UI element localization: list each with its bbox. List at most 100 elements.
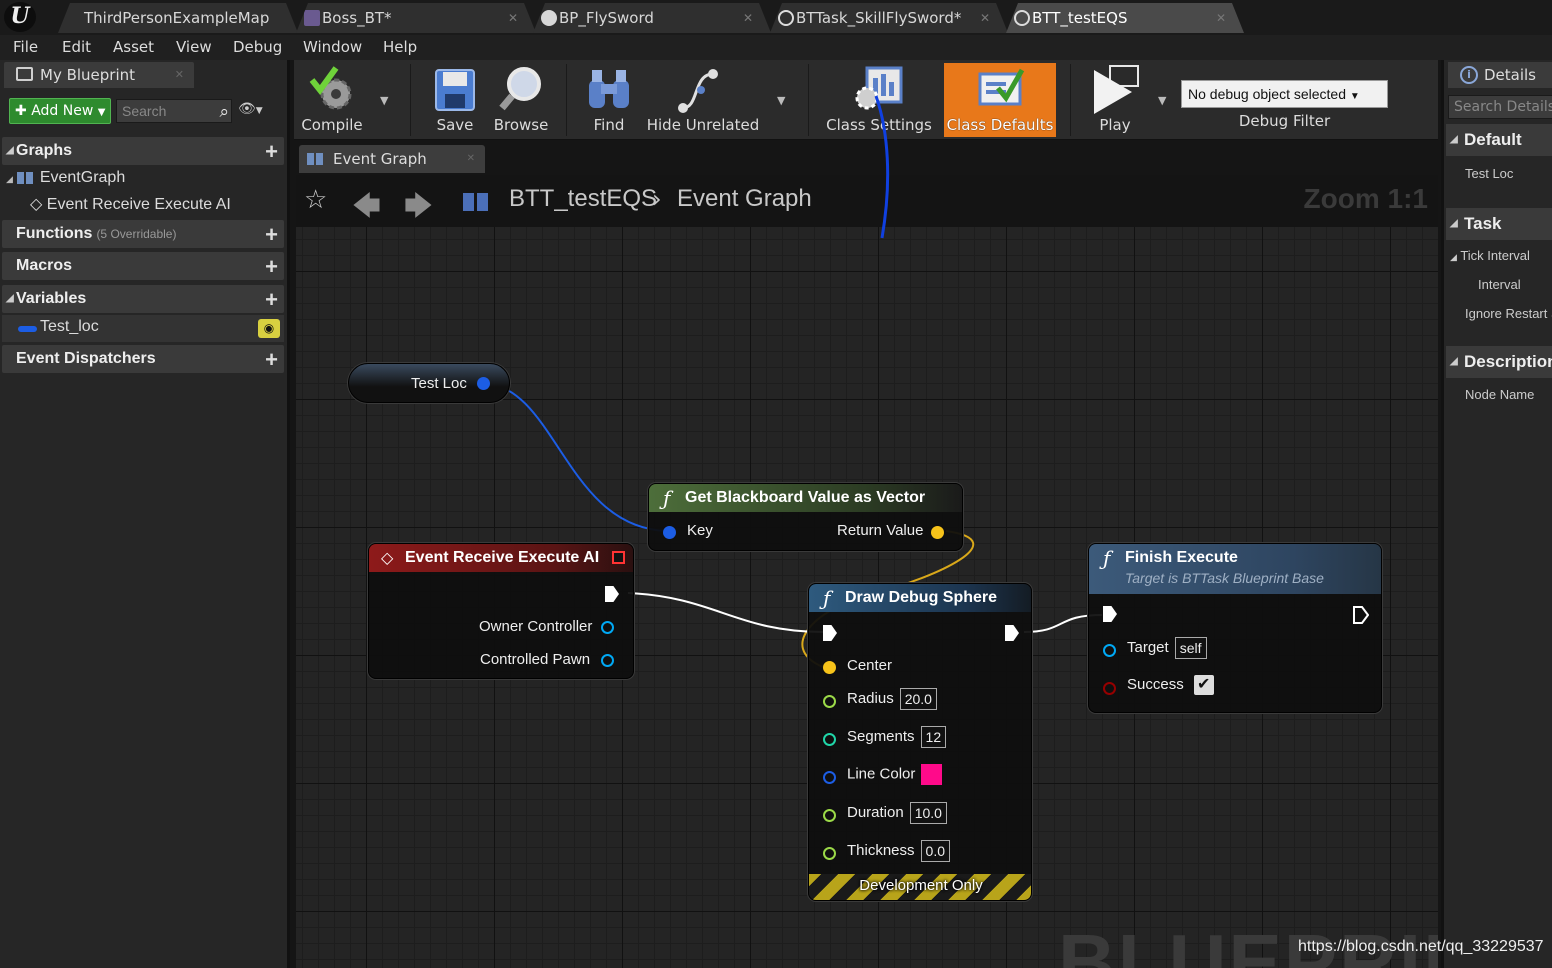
vector-output-pin[interactable] — [477, 377, 490, 390]
play-button[interactable]: Play — [1084, 60, 1146, 140]
tree-item-eventgraph[interactable]: ◢ EventGraph — [6, 169, 125, 187]
success-input-pin[interactable] — [1103, 682, 1116, 695]
tab-boss-bt[interactable]: Boss_BT* ✕ — [296, 3, 536, 33]
graph-canvas[interactable]: BLUEPRINT Test Loc ƒ Get Blackboard Valu… — [296, 227, 1438, 968]
menu-edit[interactable]: Edit — [62, 38, 91, 56]
tab-thirdpersonexamplemap[interactable]: ThirdPersonExampleMap — [58, 3, 298, 33]
menu-file[interactable]: File — [13, 38, 38, 56]
target-input-pin[interactable] — [1103, 644, 1116, 657]
add-new-label: Add New — [31, 103, 94, 119]
wire-exec-event-to-draw[interactable] — [627, 592, 825, 633]
breadcrumb-current[interactable]: Event Graph — [677, 185, 812, 213]
exec-output-pin[interactable] — [605, 586, 619, 602]
tab-bp-flysword[interactable]: BP_FlySword ✕ — [533, 3, 771, 33]
back-arrow-icon[interactable]: 🡄 — [352, 185, 381, 233]
radius-value-input[interactable]: 20.0 — [899, 688, 937, 710]
book-icon — [16, 67, 33, 81]
debug-object-select[interactable]: No debug object selected ▼ — [1181, 80, 1388, 108]
thickness-value-input[interactable]: 0.0 — [920, 840, 950, 862]
compile-button[interactable]: Compile — [296, 60, 368, 140]
tab-btt-testeqs[interactable]: BTT_testEQS ✕ — [1006, 3, 1244, 33]
exec-output-pin[interactable] — [1005, 625, 1019, 641]
event-delegate-icon[interactable] — [612, 551, 625, 564]
unreal-logo[interactable]: U — [4, 2, 36, 32]
close-icon[interactable]: ✕ — [175, 62, 184, 88]
node-header: ƒ Draw Debug Sphere — [809, 584, 1031, 612]
close-icon[interactable]: ✕ — [1216, 3, 1226, 33]
controlled-pawn-pin[interactable] — [601, 654, 614, 667]
details-category-default[interactable]: ◢ Default — [1446, 124, 1552, 156]
class-defaults-button[interactable]: Class Defaults — [944, 63, 1056, 137]
tab-bttask-skillflysword[interactable]: BTTask_SkillFlySword* ✕ — [770, 3, 1008, 33]
details-tab[interactable]: i Details — [1448, 62, 1552, 88]
close-icon[interactable]: ✕ — [467, 145, 475, 173]
collapse-triangle-icon: ◢ — [1450, 252, 1457, 262]
find-button[interactable]: Find — [578, 60, 640, 140]
node-finish-execute[interactable]: ƒ Finish Execute Target is BTTask Bluepr… — [1088, 543, 1382, 713]
view-options-button[interactable]: 👁▼ — [238, 101, 276, 121]
add-new-button[interactable]: ✚ Add New ▼ — [9, 98, 111, 124]
node-event-receive-execute-ai[interactable]: ◇ Event Receive Execute AI Owner Control… — [368, 543, 634, 679]
tree-item-event-receive-execute-ai[interactable]: ◇ Event Receive Execute AI — [30, 194, 231, 214]
exec-output-pin[interactable] — [1353, 606, 1369, 624]
menu-window[interactable]: Window — [303, 38, 362, 56]
thickness-input-pin[interactable] — [823, 847, 836, 860]
radius-input-pin[interactable] — [823, 695, 836, 708]
exec-input-pin[interactable] — [1103, 606, 1117, 622]
details-search-input[interactable]: Search Details — [1448, 95, 1552, 119]
blueprint-toolbar: Compile ▼ Save Browse Find Hide Unrelate… — [294, 60, 1438, 140]
section-variables[interactable]: ◢ Variables + — [2, 285, 284, 313]
tab-event-graph[interactable]: Event Graph ✕ — [299, 145, 485, 173]
duration-value-input[interactable]: 10.0 — [909, 802, 947, 824]
node-get-blackboard-value[interactable]: ƒ Get Blackboard Value as Vector Key Ret… — [648, 483, 963, 551]
add-event-dispatcher-icon[interactable]: + — [265, 346, 278, 374]
close-icon[interactable]: ✕ — [508, 3, 518, 33]
exec-input-pin[interactable] — [823, 625, 837, 641]
hide-unrelated-button[interactable]: Hide Unrelated — [646, 60, 760, 140]
section-functions[interactable]: Functions (5 Overridable) + — [2, 220, 284, 248]
add-variable-icon[interactable]: + — [265, 286, 278, 314]
add-graph-icon[interactable]: + — [265, 138, 278, 166]
add-macro-icon[interactable]: + — [265, 253, 278, 281]
node-title: Finish Execute — [1125, 549, 1238, 566]
save-button[interactable]: Save — [422, 60, 488, 140]
owner-controller-pin[interactable] — [601, 621, 614, 634]
visibility-eye-icon[interactable]: ◉ — [258, 319, 280, 338]
menu-help[interactable]: Help — [383, 38, 417, 56]
chevron-down-icon[interactable]: ▼ — [380, 94, 388, 107]
class-settings-button[interactable]: Class Settings — [822, 60, 936, 140]
details-category-description[interactable]: ◢ Description — [1446, 346, 1552, 378]
menu-debug[interactable]: Debug — [233, 38, 282, 56]
segments-value-input[interactable]: 12 — [920, 726, 947, 748]
segments-input-pin[interactable] — [823, 733, 836, 746]
center-input-pin[interactable] — [823, 661, 836, 674]
property-tick-interval[interactable]: ◢ Tick Interval — [1450, 248, 1530, 263]
menu-view[interactable]: View — [176, 38, 212, 56]
section-macros[interactable]: Macros + — [2, 252, 284, 280]
key-input-pin[interactable] — [663, 526, 676, 539]
search-input[interactable]: Search ⌕ — [116, 99, 232, 123]
browse-button[interactable]: Browse — [490, 60, 552, 140]
details-category-task[interactable]: ◢ Task — [1446, 208, 1552, 240]
node-test-loc-getter[interactable]: Test Loc — [348, 363, 510, 403]
chevron-down-icon[interactable]: ▼ — [1158, 94, 1166, 107]
chevron-down-icon[interactable]: ▼ — [777, 94, 785, 107]
close-icon[interactable]: ✕ — [980, 3, 990, 33]
my-blueprint-tab[interactable]: My Blueprint ✕ — [4, 62, 194, 88]
menu-asset[interactable]: Asset — [113, 38, 154, 56]
wire-test-loc-to-key[interactable] — [483, 382, 667, 532]
variable-item-test-loc[interactable]: Test_loc ◉ — [2, 315, 284, 342]
node-draw-debug-sphere[interactable]: ƒ Draw Debug Sphere Center Radius 20.0 Se… — [808, 583, 1032, 901]
line-color-swatch[interactable] — [921, 764, 943, 785]
favorite-star-icon[interactable]: ☆ — [304, 185, 327, 215]
success-checkbox[interactable]: ✔ — [1193, 675, 1214, 695]
line-color-input-pin[interactable] — [823, 771, 836, 784]
section-graphs[interactable]: ◢ Graphs + — [2, 137, 284, 165]
return-value-output-pin[interactable] — [931, 526, 944, 539]
add-function-icon[interactable]: + — [265, 221, 278, 249]
duration-input-pin[interactable] — [823, 809, 836, 822]
close-icon[interactable]: ✕ — [743, 3, 753, 33]
forward-arrow-icon[interactable]: 🡆 — [404, 185, 433, 233]
section-event-dispatchers[interactable]: Event Dispatchers + — [2, 345, 284, 373]
breadcrumb-root[interactable]: BTT_testEQS — [509, 185, 657, 213]
